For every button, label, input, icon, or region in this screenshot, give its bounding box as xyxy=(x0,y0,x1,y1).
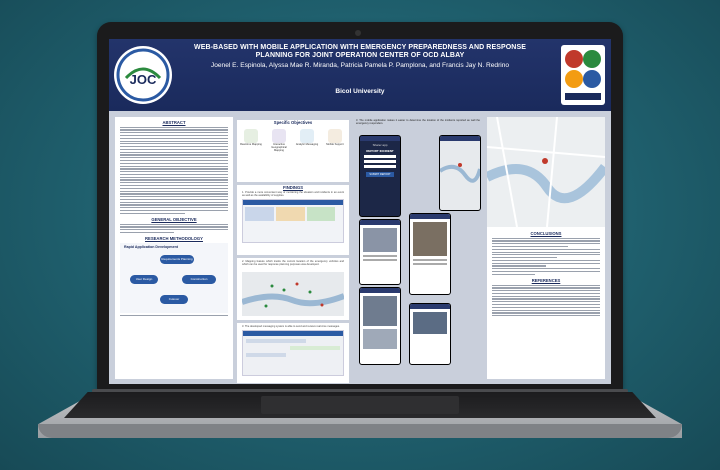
phone-screenshot-report: Sharer app REPORT INCIDENT SUBMIT REPORT xyxy=(359,135,401,217)
poster-column-4: CONCLUSIONS REFERENCES xyxy=(487,117,605,379)
map-screenshot-large xyxy=(487,117,605,227)
phone-screenshot-feed xyxy=(359,219,401,285)
findings-card: FINDINGS 1. Provide a more convenient wa… xyxy=(237,185,349,255)
objective-item: Mobile Support xyxy=(323,129,347,152)
specific-objectives-card: Specific Objectives Real-time Mapping In… xyxy=(237,120,349,182)
webcam-icon xyxy=(355,30,361,36)
rad-step: Construction xyxy=(182,275,216,285)
phone-screenshot-incident xyxy=(409,213,451,295)
conclusions-heading: CONCLUSIONS xyxy=(530,231,562,236)
finding-1-text: 1. Provide a more convenient way of moni… xyxy=(242,191,344,198)
rad-step: User Design xyxy=(130,275,158,285)
laptop-lid: JOC WEB-BASED WITH MOBILE APPLICATION WI… xyxy=(97,22,623,392)
poster-header: JOC WEB-BASED WITH MOBILE APPLICATION WI… xyxy=(109,39,611,111)
dashboard-screenshot xyxy=(242,199,344,244)
general-objective-heading: GENERAL OBJECTIVE xyxy=(151,217,197,222)
touchpad xyxy=(261,396,459,414)
conclusions-text xyxy=(487,237,605,275)
svg-text:JOC: JOC xyxy=(130,72,157,87)
finding-3-text: 3. The developed messaging system is abl… xyxy=(242,325,340,328)
globe-icon xyxy=(272,129,286,143)
research-methodology-heading: RESEARCH METHODOLOGY xyxy=(145,236,203,242)
poster-university: Bicol University xyxy=(335,88,385,95)
phone-screenshot-messages xyxy=(409,303,451,365)
findings-heading: FINDINGS xyxy=(282,185,303,190)
rad-step: Cutover xyxy=(160,295,188,305)
laptop-base-edge xyxy=(38,424,682,438)
poster-authors: Joenel E. Espinola, Alyssa Mae R. Mirand… xyxy=(210,62,510,69)
abstract-heading: ABSTRACT xyxy=(162,120,186,125)
map-card: 2. Mapping feature which tracks the curr… xyxy=(237,258,349,320)
general-objective-text xyxy=(115,223,233,234)
finding-2-text: 2. Mapping feature which tracks the curr… xyxy=(242,260,344,267)
messaging-screenshot xyxy=(242,330,344,377)
phone-screenshot-gallery xyxy=(359,287,401,365)
partner-logos xyxy=(561,45,605,105)
map-icon xyxy=(244,129,258,143)
poster-column-2: Specific Objectives Real-time Mapping In… xyxy=(237,117,349,383)
rad-title: Rapid Application Development xyxy=(124,245,178,250)
rad-step: Requirements Planning xyxy=(160,255,194,265)
specific-objectives-heading: Specific Objectives xyxy=(273,120,313,125)
poster-title: WEB-BASED WITH MOBILE APPLICATION WITH E… xyxy=(193,44,526,59)
joc-logo: JOC xyxy=(114,46,172,104)
mobile-icon xyxy=(328,129,342,143)
abstract-text xyxy=(115,126,233,214)
message-icon xyxy=(300,129,314,143)
mobile-app-text: 3. The mobile application makes it easie… xyxy=(356,119,480,126)
map-screenshot xyxy=(242,272,344,316)
phone-screenshot-map xyxy=(439,135,481,211)
poster-column-1: ABSTRACT GENERAL OBJECTIVE RESEARCH METH… xyxy=(115,117,233,379)
laptop-screen: JOC WEB-BASED WITH MOBILE APPLICATION WI… xyxy=(109,39,611,384)
messaging-card: 3. The developed messaging system is abl… xyxy=(237,323,349,383)
rad-diagram: Rapid Application Development Requiremen… xyxy=(120,243,228,314)
references-text xyxy=(487,284,605,317)
references-heading: REFERENCES xyxy=(531,277,561,283)
objective-item: Analytic Messaging xyxy=(295,129,319,152)
objective-item: Interactive Geographical Mapping xyxy=(267,129,291,152)
poster-column-3: 3. The mobile application makes it easie… xyxy=(353,117,483,379)
objective-item: Real-time Mapping xyxy=(239,129,263,152)
